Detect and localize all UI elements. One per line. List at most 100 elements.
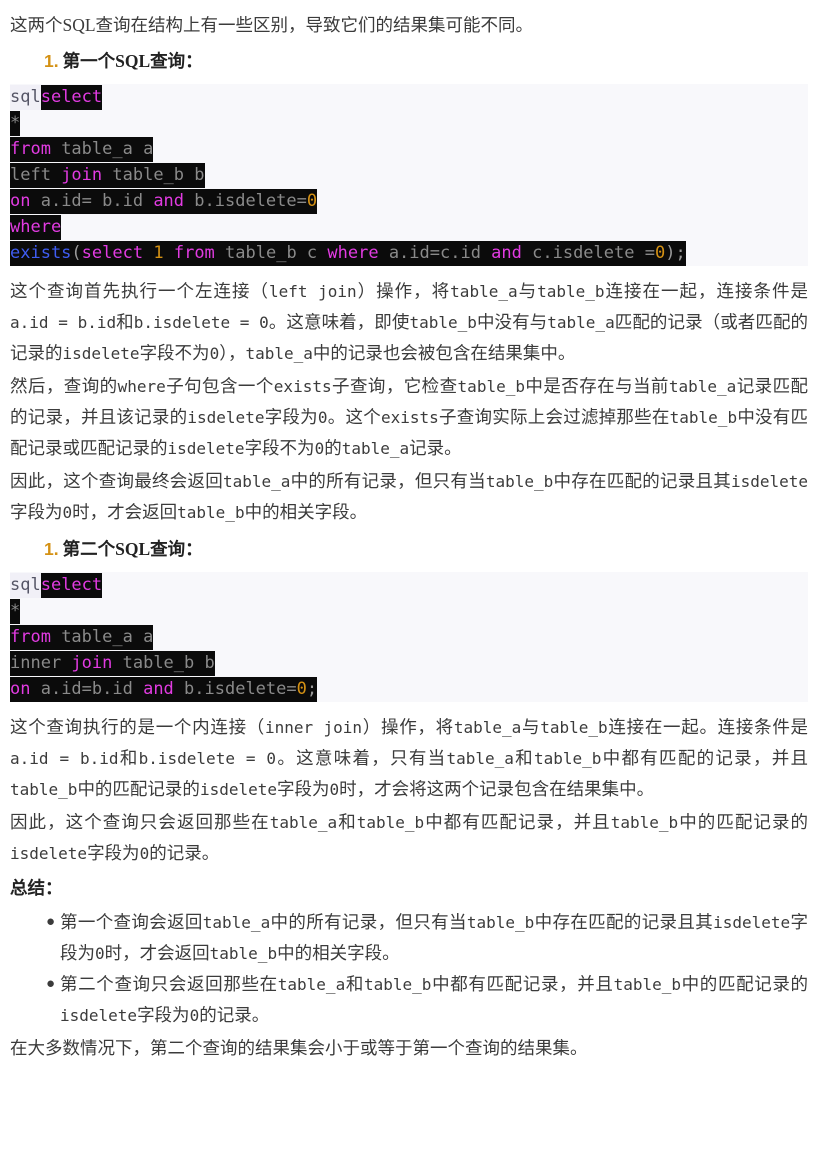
code-token: * (10, 601, 21, 621)
inline-text: 中存在匹配的记录且其 (553, 471, 731, 491)
paragraph-inner-join-explanation: 这个查询执行的是一个内连接（inner join）操作，将table_a与tab… (10, 712, 808, 805)
code-line-content: from table_a a (10, 137, 154, 162)
code-token: c.isdelete = (521, 243, 655, 263)
code-token: table_a a (50, 139, 154, 159)
inline-text: 中的相关字段。 (244, 502, 368, 522)
inline-code: table_a (446, 749, 514, 768)
inline-text: 字段不为 (139, 343, 210, 363)
inline-text: 中的匹配记录的 (681, 974, 809, 994)
code-line: where (10, 214, 808, 240)
code-token: join (71, 653, 113, 673)
inline-text: 中的所有记录，但只有当 (270, 912, 467, 932)
inline-text: 中的相关字段。 (277, 943, 400, 963)
inline-text: 时，才会返回 (104, 943, 210, 963)
inline-code: 0 (209, 344, 220, 363)
inline-text: 记录。 (409, 438, 462, 458)
inline-code: table_b (537, 282, 605, 301)
inline-text: 第一个查询会返回 (60, 912, 203, 932)
inline-text: 因此，这个查询最终会返回 (10, 471, 223, 491)
bullet-icon: ● (46, 914, 56, 930)
inline-text: 在大多数情况下，第二个查询的结果集会小于或等于第一个查询的结果集。 (10, 1038, 588, 1058)
inline-code: 0 (314, 439, 325, 458)
inline-text: 子查询，它检查 (331, 376, 458, 396)
inline-text: 时，才会将这两个记录包含在结果集中。 (339, 779, 655, 799)
heading-number: 1. (44, 51, 59, 71)
inline-text: 子句包含一个 (165, 376, 274, 396)
inline-code: table_a (269, 813, 338, 832)
inline-text: 。这意味着，即使 (268, 312, 410, 332)
code-token: b.isdelete= (173, 679, 297, 699)
inline-code: table_a (277, 975, 346, 994)
code-line: inner join table_b b (10, 650, 808, 676)
inline-text: 中的记录也会被包含在结果集中。 (312, 343, 576, 363)
code-token: a.id= b.id (30, 191, 154, 211)
code-line-content: inner join table_b b (10, 651, 215, 676)
code-token: from (10, 139, 51, 159)
inline-text: 中都有匹配记录，并且 (424, 812, 611, 832)
code-token: exists (10, 243, 72, 263)
code-token: table_b b (112, 653, 215, 673)
code-token: b.isdelete= (184, 191, 307, 211)
list-item-text: 第一个查询会返回table_a中的所有记录，但只有当table_b中存在匹配的记… (60, 912, 808, 963)
inline-code: isdelete (62, 344, 140, 363)
inline-text: 中都有匹配的记录，并且 (601, 748, 809, 768)
document-page: 这两个SQL查询在结构上有一些区别，导致它们的结果集可能不同。 1. 第一个SQL… (0, 0, 818, 1063)
code-token: select (81, 243, 144, 263)
code-token: on (10, 679, 31, 699)
inline-text: 字段为 (277, 779, 330, 799)
code-block-first-query[interactable]: sqlselect * from table_a a left join table_… (10, 84, 808, 266)
inline-text: 这个查询首先执行一个左连接（ (10, 281, 269, 301)
inline-code: isdelete (187, 408, 265, 427)
paragraph-second-query-result: 因此，这个查询只会返回那些在table_a和table_b中都有匹配记录，并且t… (10, 807, 808, 869)
code-token: select (40, 87, 103, 107)
code-line-content: from table_a a (10, 625, 154, 650)
summary-list: ● 第一个查询会返回table_a中的所有记录，但只有当table_b中存在匹配的… (10, 907, 808, 1031)
inline-text: 字段不为 (244, 438, 315, 458)
heading-label: 第二个SQL查询： (62, 539, 203, 559)
inline-code: table_a (668, 377, 737, 396)
inline-code: table_b (540, 718, 608, 737)
inline-code: table_b (457, 377, 525, 396)
inline-code: table_b (10, 780, 78, 799)
inline-text: 。这意味着，只有当 (276, 748, 447, 768)
inline-code: table_b (485, 472, 554, 491)
code-block-second-query[interactable]: sqlselect * from table_a a inner join table… (10, 572, 808, 702)
inline-code: 0 (95, 944, 105, 963)
inline-code: table_a (222, 472, 291, 491)
inline-text: 字段为 (87, 843, 140, 863)
code-line-content: on a.id=b.id and b.isdelete=0; (10, 677, 318, 702)
list-item: ● 第一个查询会返回table_a中的所有记录，但只有当table_b中存在匹配的… (46, 907, 808, 969)
inline-code: table_a (202, 913, 271, 932)
inline-text: 时，才会返回 (72, 502, 178, 522)
paragraph-exists-subquery-explanation: 然后，查询的where子句包含一个exists子查询，它检查table_b中是否… (10, 371, 808, 464)
inline-code: table_b (364, 975, 432, 994)
paragraph-first-query-result: 因此，这个查询最终会返回table_a中的所有记录，但只有当table_b中存在… (10, 466, 808, 528)
inline-code: isdelete (10, 844, 88, 863)
inline-text: 因此，这个查询只会返回那些在 (10, 812, 270, 832)
inline-text: 的记录。 (149, 843, 220, 863)
code-token: and (491, 243, 522, 263)
code-line-content: select (40, 573, 103, 598)
code-token: a.id=b.id (30, 679, 144, 699)
inline-text: 中的匹配记录的 (77, 779, 200, 799)
inline-text: 中都有匹配记录，并且 (431, 974, 614, 994)
code-token: and (153, 191, 185, 211)
inline-code: b.isdelete = 0 (138, 749, 277, 768)
inline-text: 和 (118, 748, 139, 768)
inline-text: 然后，查询的 (10, 376, 118, 396)
inline-code: 0 (189, 1006, 200, 1025)
code-line: * (10, 110, 808, 136)
inline-code: where (117, 377, 166, 396)
inline-text: 中的所有记录，但只有当 (290, 471, 486, 491)
inline-code: a.id = b.id (10, 749, 119, 768)
inline-code: isdelete (713, 913, 791, 932)
code-line-content: * (10, 599, 21, 624)
inline-code: table_a (547, 313, 615, 332)
inline-text: 与 (517, 281, 538, 301)
code-token: 0 (654, 243, 666, 263)
code-token: ( (71, 243, 82, 263)
inline-code: table_b (669, 408, 738, 427)
inline-code: isdelete (60, 1006, 138, 1025)
inline-code: isdelete (199, 780, 277, 799)
code-line-content: exists(select 1 from table_b c where a.i… (10, 241, 686, 266)
